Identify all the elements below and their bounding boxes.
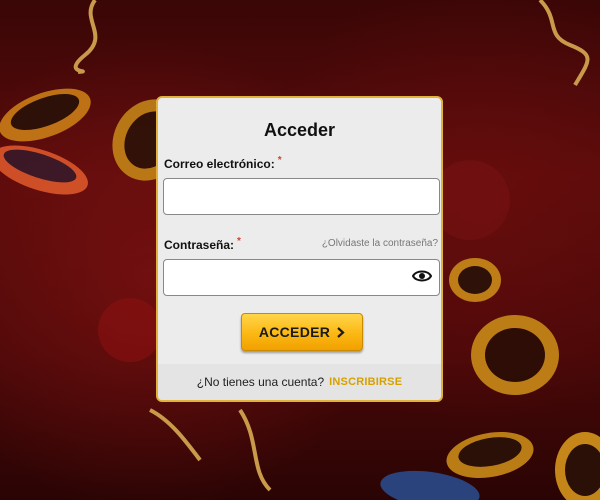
email-label: Correo electrónico: * xyxy=(164,155,282,171)
signup-footer: ¿No tienes una cuenta? INSCRIBIRSE xyxy=(158,364,441,400)
eye-icon[interactable] xyxy=(412,268,432,284)
signup-link[interactable]: INSCRIBIRSE xyxy=(329,376,402,388)
poker-chip xyxy=(471,315,559,395)
required-marker: * xyxy=(277,155,282,166)
poker-chip xyxy=(0,88,91,142)
forgot-password-link[interactable]: ¿Olvidaste la contraseña? xyxy=(322,238,438,249)
password-label: Contraseña: * xyxy=(164,236,241,252)
email-field[interactable] xyxy=(163,178,440,215)
login-card: Acceder Correo electrónico: * Contraseña:… xyxy=(156,96,443,402)
required-marker: * xyxy=(237,236,241,247)
poker-chip xyxy=(449,258,501,302)
password-label-text: Contraseña: xyxy=(164,238,235,252)
email-label-text: Correo electrónico: xyxy=(164,157,275,171)
poker-chip xyxy=(555,432,600,500)
submit-button[interactable]: ACCEDER xyxy=(241,313,363,351)
chevron-right-icon xyxy=(337,326,345,338)
password-field[interactable] xyxy=(163,259,440,296)
no-account-text: ¿No tienes una cuenta? xyxy=(196,375,325,389)
poker-chip xyxy=(446,432,534,478)
poker-chip xyxy=(0,145,88,195)
page-title: Acceder xyxy=(263,120,336,140)
submit-button-label: ACCEDER xyxy=(258,324,331,340)
